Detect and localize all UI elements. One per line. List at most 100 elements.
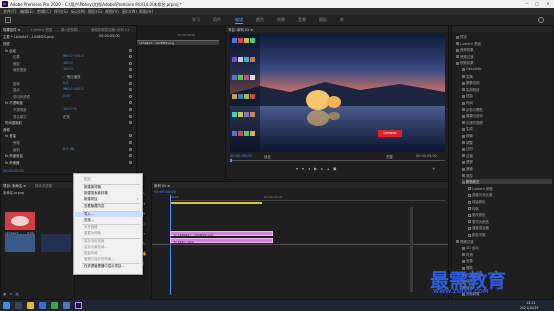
context-menu-item[interactable]: 导入... <box>84 212 94 217</box>
reset-icon[interactable] <box>129 134 132 138</box>
effects-tree-item[interactable]: 过时 <box>462 146 473 151</box>
reset-icon[interactable] <box>129 68 132 72</box>
video-clip-2[interactable]: fx 2a3c…png <box>170 238 273 244</box>
effects-tree-item[interactable]: 视频效果 <box>456 60 474 65</box>
add-button-icon[interactable]: + <box>432 166 435 171</box>
search-icon[interactable] <box>538 17 544 23</box>
maximize-button[interactable]: □ <box>532 1 542 7</box>
program-timecode[interactable]: 00:00:00;00 <box>230 154 252 158</box>
timeline-playhead[interactable] <box>170 195 171 295</box>
tab-project[interactable]: 项目: 未命名 ≡ <box>3 183 26 188</box>
video-clip-1[interactable]: fx 1b5a9e7…1026f24.png <box>170 231 273 237</box>
reset-icon[interactable] <box>129 75 132 78</box>
workspace-assembly[interactable]: 组件 <box>213 17 221 23</box>
workspace-audio[interactable]: 音频 <box>298 17 306 23</box>
reset-icon[interactable] <box>129 114 132 118</box>
premiere-taskbar-icon[interactable] <box>75 302 82 309</box>
effects-tree-item[interactable]: 均衡 <box>468 206 479 211</box>
effects-tree-item[interactable]: 3D 运动 <box>462 245 479 250</box>
workspace-learn[interactable]: 学习 <box>192 17 200 23</box>
workspace-editing[interactable]: 编辑 <box>235 17 243 24</box>
context-menu-item[interactable]: 新建搜索素材箱 <box>84 191 108 196</box>
export-frame-icon[interactable]: ◼ <box>333 166 340 171</box>
effect-row-value[interactable]: 100.0 <box>63 67 73 71</box>
effect-row-value[interactable]: 正常 <box>63 114 70 119</box>
effect-row-value[interactable]: 0.00 <box>63 94 71 98</box>
effect-row-value[interactable]: 0.0 <box>63 81 68 85</box>
media-thumbnail-3[interactable] <box>41 234 71 252</box>
reset-icon[interactable] <box>129 48 132 52</box>
reset-icon[interactable] <box>129 55 132 59</box>
program-scrubber[interactable] <box>230 160 445 161</box>
media-thumbnail-1[interactable] <box>5 212 35 230</box>
quality-dropdown[interactable]: 完整 <box>386 154 393 159</box>
context-menu-item[interactable]: 查找... <box>84 218 94 223</box>
effects-tree-item[interactable]: 通道混合器 <box>468 225 489 230</box>
effects-tree-item[interactable]: 保留颜色 <box>468 199 486 204</box>
effects-tree-item[interactable]: 音频效果 <box>456 47 474 52</box>
reset-icon[interactable] <box>129 154 132 158</box>
reset-icon[interactable] <box>129 81 132 85</box>
icon-view-icon[interactable]: ▦ <box>15 292 21 296</box>
tab-sequence[interactable]: 序列 01 ≡ <box>154 183 170 188</box>
effects-tree-item[interactable]: 键控 <box>462 173 473 178</box>
effects-tree-item[interactable]: 调整 <box>462 140 473 145</box>
tab-program[interactable]: 节目: 序列 01 ≡ <box>228 27 253 32</box>
effects-tree-item[interactable]: Obsolete <box>462 67 481 72</box>
effects-tree-item[interactable]: 划像 <box>462 258 473 263</box>
workspace-effects[interactable]: 效果 <box>277 17 285 23</box>
effect-row-value[interactable]: 100.0 % <box>63 107 77 111</box>
reset-icon[interactable] <box>129 101 132 105</box>
media-thumbnail-2[interactable] <box>5 234 35 252</box>
effects-tree-item[interactable]: 沉浸式视频 <box>462 120 483 125</box>
effects-tree-item[interactable]: 内滑 <box>462 252 473 257</box>
effect-row-value[interactable]: 0.0 dB <box>63 147 74 151</box>
effects-tree-item[interactable]: 模糊与锐化 <box>462 113 483 118</box>
timeline-timecode[interactable]: 00:00:00:00 <box>154 190 176 194</box>
effect-row-value[interactable]: 960.0 540.0 <box>63 87 84 91</box>
reset-icon[interactable] <box>129 147 132 151</box>
effects-tree-item[interactable]: 扭曲 <box>462 93 473 98</box>
playhead-icon[interactable] <box>230 159 232 162</box>
context-menu-item[interactable]: 新建素材箱 <box>84 185 101 190</box>
effects-tree-item[interactable]: 图像控制 <box>462 80 480 85</box>
context-menu-item[interactable]: 在资源管理器中显示项目... <box>84 264 125 269</box>
effects-tree-item[interactable]: 实用程序 <box>462 87 480 92</box>
effects-tree-item[interactable]: 预设 <box>456 34 467 39</box>
workspace-libraries[interactable]: 库 <box>340 17 344 23</box>
windows-start-icon[interactable] <box>3 302 10 309</box>
reset-icon[interactable] <box>129 121 132 125</box>
effects-tree-item[interactable]: 颜色校正 <box>462 179 552 185</box>
tab-lumetri-scopes[interactable]: Lumetri 范围 <box>31 27 52 32</box>
reset-icon[interactable] <box>129 108 132 111</box>
app-icon[interactable] <box>63 302 70 309</box>
effects-tree-item[interactable]: 时间 <box>462 100 473 105</box>
effect-row-value[interactable]: ✓ 等比缩放 <box>63 74 80 79</box>
program-video-frame[interactable]: Lenovo <box>230 34 445 152</box>
effect-row-value[interactable]: 100.0 <box>63 61 73 65</box>
work-area-bar[interactable] <box>170 202 262 204</box>
workspace-graphics[interactable]: 图形 <box>319 17 327 23</box>
tab-source[interactable]: 源:(无剪辑) <box>61 27 78 32</box>
effects-tree-item[interactable]: 更改为颜色 <box>468 219 489 224</box>
fit-dropdown[interactable]: 适合 <box>264 154 271 159</box>
workspace-color[interactable]: 颜色 <box>256 17 264 23</box>
effects-tree-item[interactable]: 视频过渡 <box>456 239 474 244</box>
home-icon[interactable] <box>5 17 11 23</box>
tab-audio-mixer[interactable]: 音频剪辑混合器: 序列 01 <box>91 27 129 32</box>
timeline-ruler[interactable]: 00:00 00:00:05:00 <box>170 195 446 201</box>
file-explorer-icon[interactable] <box>27 302 34 309</box>
close-button[interactable]: ✕ <box>543 1 553 7</box>
task-view-icon[interactable] <box>15 302 22 309</box>
reset-icon[interactable] <box>129 61 132 65</box>
effect-row-value[interactable]: 960.0 540.0 <box>63 54 84 58</box>
timeline-scrollbar[interactable] <box>410 207 413 292</box>
reset-icon[interactable] <box>129 160 132 164</box>
effects-tree-item[interactable]: 更改颜色 <box>468 212 486 217</box>
effects-tree-item[interactable]: 透视 <box>462 159 473 164</box>
reset-icon[interactable] <box>129 141 132 144</box>
effects-tree-item[interactable]: 杂色与颗粒 <box>462 107 483 112</box>
tab-media-browser[interactable]: 媒体浏览器 <box>35 183 52 188</box>
effects-tree-item[interactable]: 颜色平衡 <box>468 232 486 237</box>
effects-tree-item[interactable]: 过渡 <box>462 153 473 158</box>
